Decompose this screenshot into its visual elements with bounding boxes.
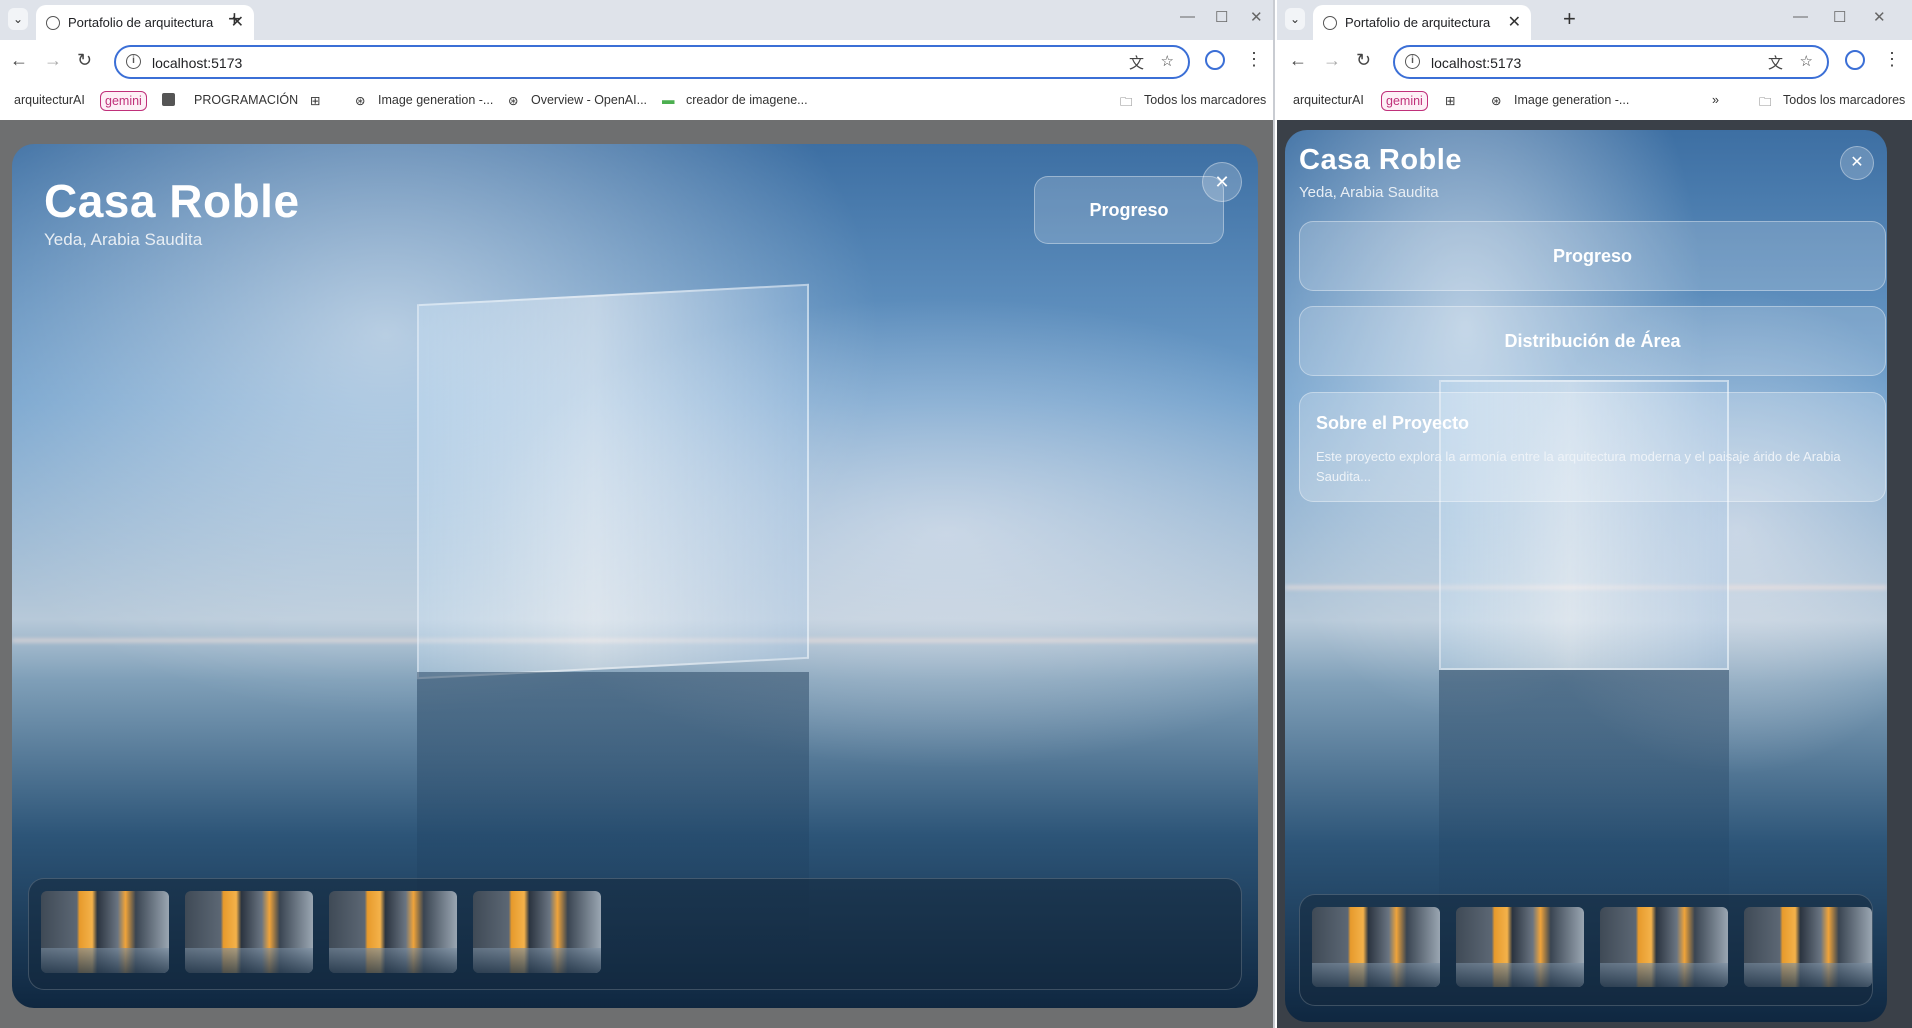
url-text: localhost:5173 xyxy=(1431,55,1522,71)
tab-search-button[interactable]: ⌄ xyxy=(1285,8,1305,30)
gallery-thumbnail[interactable] xyxy=(185,891,313,973)
more-bookmarks-icon[interactable]: » xyxy=(1712,93,1719,107)
project-title: Casa Roble xyxy=(44,175,300,227)
progress-button[interactable]: Progreso xyxy=(1034,176,1224,244)
bookmarks-bar: arquitecturAI gemini PROGRAMACIÓN ⊞ ⊛ Im… xyxy=(0,84,1273,120)
tab-bar: ⌄ Portafolio de arquitectura ✕ + — ☐ ✕ xyxy=(1277,0,1912,40)
bookmark-programacion[interactable]: PROGRAMACIÓN xyxy=(194,93,298,107)
close-icon[interactable]: ✕ xyxy=(1840,146,1874,180)
browser-window-left: ⌄ Portafolio de arquitectura ✕ + — ☐ ✕ ←… xyxy=(0,0,1275,1028)
star-icon[interactable]: ☆ xyxy=(1161,52,1174,70)
address-bar-row: ← → ↻ i localhost:5173 文 ☆ ⋮ xyxy=(1277,40,1912,84)
bookmark-creador-imagenes[interactable]: creador de imagene... xyxy=(686,93,808,107)
bookmark-gemini[interactable]: gemini xyxy=(100,91,147,111)
bookmarks-bar: arquitecturAI gemini ⊞ ⊛ Image generatio… xyxy=(1277,84,1912,120)
bookmark-image-generation[interactable]: Image generation -... xyxy=(378,93,493,107)
color-bar-icon: ▬ xyxy=(662,93,675,107)
tab-title: Portafolio de arquitectura xyxy=(68,15,214,30)
about-text: Este proyecto explora la armonía entre l… xyxy=(1316,449,1841,484)
openai-icon-2: ⊛ xyxy=(508,94,519,108)
tab-search-button[interactable]: ⌄ xyxy=(8,8,28,30)
project-modal: Casa Roble Yeda, Arabia Saudita ✕ Progre… xyxy=(1285,130,1887,1022)
browser-window-right: ⌄ Portafolio de arquitectura ✕ + — ☐ ✕ ←… xyxy=(1277,0,1912,1028)
window-close-button[interactable]: ✕ xyxy=(1250,8,1263,26)
reload-icon[interactable]: ↻ xyxy=(77,50,92,71)
minimize-button[interactable]: — xyxy=(1793,8,1808,25)
omnibox[interactable]: i localhost:5173 文 ☆ xyxy=(1393,45,1829,79)
thumbnail-strip xyxy=(28,878,1242,990)
back-icon[interactable]: ← xyxy=(1289,50,1307,71)
address-bar-row: ← → ↻ i localhost:5173 文 ☆ ⋮ xyxy=(0,40,1273,84)
globe-icon xyxy=(46,16,60,30)
close-tab-icon[interactable]: ✕ xyxy=(1508,12,1521,32)
window-close-button[interactable]: ✕ xyxy=(1873,8,1886,26)
apps-grid-icon[interactable]: ⊞ xyxy=(310,93,320,108)
about-title: Sobre el Proyecto xyxy=(1316,413,1470,433)
project-title: Casa Roble xyxy=(1299,144,1462,176)
tab-title: Portafolio de arquitectura xyxy=(1345,15,1491,30)
translate-icon[interactable]: 文 xyxy=(1768,52,1783,73)
site-info-icon[interactable]: i xyxy=(1405,54,1420,69)
profile-icon[interactable] xyxy=(1845,50,1865,70)
folder-icon: 🗀 xyxy=(1759,95,1772,109)
glass-prism xyxy=(417,283,809,680)
browser-tab[interactable]: Portafolio de arquitectura ✕ xyxy=(36,5,254,40)
star-icon[interactable]: ☆ xyxy=(1800,52,1813,70)
gallery-thumbnail[interactable] xyxy=(1600,907,1728,987)
maximize-button[interactable]: ☐ xyxy=(1215,8,1228,26)
reload-icon[interactable]: ↻ xyxy=(1356,50,1371,71)
thumbnail-strip xyxy=(1299,894,1873,1006)
gallery-thumbnail[interactable] xyxy=(1312,907,1440,987)
menu-icon[interactable]: ⋮ xyxy=(1245,49,1263,70)
openai-icon: ⊛ xyxy=(355,94,366,108)
browser-tab[interactable]: Portafolio de arquitectura ✕ xyxy=(1313,5,1531,40)
openai-icon: ⊛ xyxy=(1491,94,1502,108)
project-location: Yeda, Arabia Saudita xyxy=(44,230,203,249)
menu-icon[interactable]: ⋮ xyxy=(1883,49,1901,70)
bookmark-todos-marcadores[interactable]: Todos los marcadores xyxy=(1783,93,1905,107)
bookmark-image-generation[interactable]: Image generation -... xyxy=(1514,93,1629,107)
bookmark-gemini[interactable]: gemini xyxy=(1381,91,1428,111)
minimize-button[interactable]: — xyxy=(1180,8,1195,25)
bookmark-overview-openai[interactable]: Overview - OpenAI... xyxy=(531,93,647,107)
folder-square-icon xyxy=(162,93,175,107)
gallery-thumbnail[interactable] xyxy=(473,891,601,973)
apps-grid-icon[interactable]: ⊞ xyxy=(1445,93,1455,108)
folder-icon: 🗀 xyxy=(1120,95,1133,109)
close-icon[interactable]: ✕ xyxy=(1202,162,1242,202)
profile-icon[interactable] xyxy=(1205,50,1225,70)
bookmark-todos-marcadores[interactable]: Todos los marcadores xyxy=(1144,93,1266,107)
bookmark-arquitecturai[interactable]: arquitecturAI xyxy=(1293,93,1364,107)
gallery-thumbnail[interactable] xyxy=(41,891,169,973)
project-modal: Casa Roble Yeda, Arabia Saudita Progreso… xyxy=(12,144,1258,1008)
area-distribution-button[interactable]: Distribución de Área xyxy=(1299,306,1886,376)
new-tab-button[interactable]: + xyxy=(228,6,241,32)
gallery-thumbnail[interactable] xyxy=(1456,907,1584,987)
forward-icon[interactable]: → xyxy=(1323,50,1341,71)
bookmark-arquitecturai[interactable]: arquitecturAI xyxy=(14,93,85,107)
gallery-thumbnail[interactable] xyxy=(1744,907,1872,987)
tab-bar: ⌄ Portafolio de arquitectura ✕ + — ☐ ✕ xyxy=(0,0,1273,40)
gallery-thumbnail[interactable] xyxy=(329,891,457,973)
project-location: Yeda, Arabia Saudita xyxy=(1299,184,1439,201)
progress-button[interactable]: Progreso xyxy=(1299,221,1886,291)
site-info-icon[interactable]: i xyxy=(126,54,141,69)
omnibox[interactable]: i localhost:5173 文 ☆ xyxy=(114,45,1190,79)
new-tab-button[interactable]: + xyxy=(1563,6,1576,32)
globe-icon xyxy=(1323,16,1337,30)
back-icon[interactable]: ← xyxy=(10,50,28,71)
translate-icon[interactable]: 文 xyxy=(1129,52,1144,73)
forward-icon[interactable]: → xyxy=(44,50,62,71)
url-text: localhost:5173 xyxy=(152,55,243,71)
maximize-button[interactable]: ☐ xyxy=(1833,8,1846,26)
about-project-card: Sobre el Proyecto Este proyecto explora … xyxy=(1299,392,1886,502)
